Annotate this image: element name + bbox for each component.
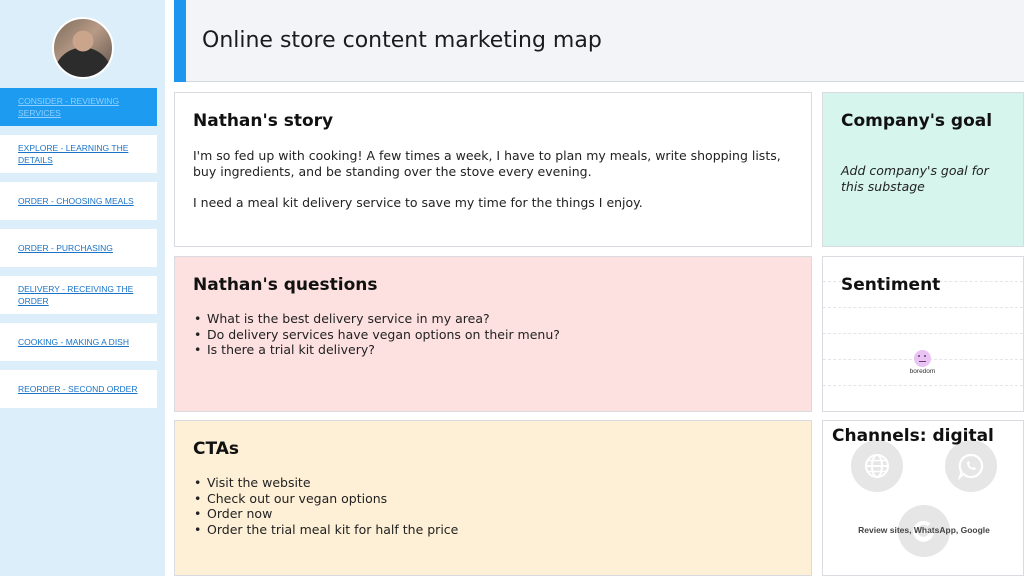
page-header: Online store content marketing map (186, 0, 1024, 82)
goal-card: Company's goal Add company's goal for th… (822, 92, 1024, 247)
questions-card: Nathan's questions What is the best deli… (174, 256, 812, 412)
sentiment-card: Sentiment (822, 256, 1024, 412)
nav-item-explore[interactable]: EXPLORE - LEARNING THE DETAILS (0, 135, 157, 173)
globe-icon[interactable] (851, 440, 903, 492)
ctas-list: Visit the website Check out our vegan op… (193, 475, 793, 537)
question-item: Do delivery services have vegan options … (193, 327, 793, 343)
nav-item-cooking[interactable]: COOKING - MAKING A DISH (0, 323, 157, 361)
goal-placeholder[interactable]: Add company's goal for this substage (841, 163, 1005, 194)
cta-item: Check out our vegan options (193, 491, 793, 507)
sentiment-guide-line (823, 333, 1023, 334)
ctas-title: CTAs (193, 439, 240, 459)
avatar (52, 17, 114, 79)
page-title: Online store content marketing map (202, 28, 602, 53)
channels-caption: Review sites, WhatsApp, Google (858, 525, 990, 535)
whatsapp-icon[interactable] (945, 440, 997, 492)
sentiment-guide-line (823, 385, 1023, 386)
nav-item-reorder[interactable]: REORDER - SECOND ORDER (0, 370, 157, 408)
whatsapp-icon-graphic (957, 453, 984, 480)
nav-item-delivery[interactable]: DELIVERY - RECEIVING THE ORDER (0, 276, 157, 314)
story-card: Nathan's story I'm so fed up with cookin… (174, 92, 812, 247)
channels-title: Channels: digital (832, 426, 994, 446)
question-item: Is there a trial kit delivery? (193, 342, 793, 358)
boredom-emoji-icon[interactable] (914, 350, 931, 367)
globe-icon-graphic (865, 454, 889, 478)
sentiment-label: boredom (909, 368, 936, 375)
questions-title: Nathan's questions (193, 275, 378, 295)
header-accent-bar (174, 0, 186, 82)
sentiment-title: Sentiment (841, 275, 941, 295)
question-item: What is the best delivery service in my … (193, 311, 793, 327)
sidebar: CONSIDER - REVIEWING SERVICES EXPLORE - … (0, 0, 165, 576)
story-title: Nathan's story (193, 111, 334, 131)
goal-title: Company's goal (841, 111, 993, 131)
nav-item-order-purchasing[interactable]: ORDER - PURCHASING (0, 229, 157, 267)
sentiment-guide-line (823, 307, 1023, 308)
cta-item: Order the trial meal kit for half the pr… (193, 522, 793, 538)
cta-item: Visit the website (193, 475, 793, 491)
story-paragraph-1: I'm so fed up with cooking! A few times … (193, 148, 781, 179)
ctas-card: CTAs Visit the website Check out our veg… (174, 420, 812, 576)
questions-list: What is the best delivery service in my … (193, 311, 793, 358)
story-paragraph-2: I need a meal kit delivery service to sa… (193, 195, 643, 210)
nav-item-order-choosing[interactable]: ORDER - CHOOSING MEALS (0, 182, 157, 220)
cta-item: Order now (193, 506, 793, 522)
nav-item-consider[interactable]: CONSIDER - REVIEWING SERVICES (0, 88, 157, 126)
